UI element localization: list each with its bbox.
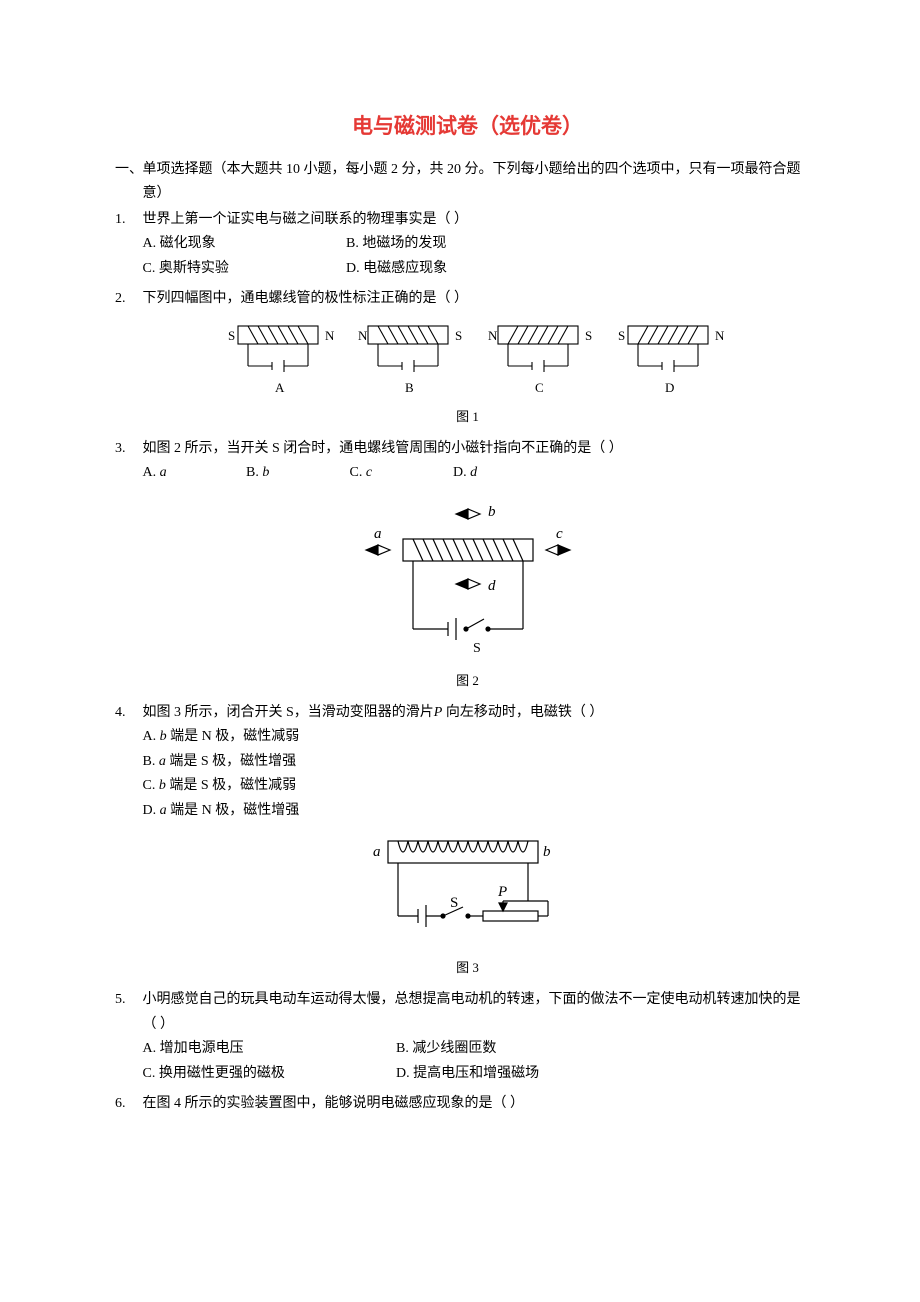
section-text: 单项选择题（本大题共 10 小题，每小题 2 分，共 20 分。下列每小题给出的… bbox=[143, 158, 803, 206]
q1-optB: B. 地磁场的发现 bbox=[346, 232, 546, 257]
q5-text: 小明感觉自己的玩具电动车运动得太慢，总想提高电动机的转速，下面的做法不一定使电动… bbox=[143, 992, 801, 1032]
question-6: 6. 在图 4 所示的实验装置图中，能够说明电磁感应现象的是（ ） bbox=[115, 1092, 820, 1117]
svg-text:N: N bbox=[325, 328, 335, 343]
question-4: 4. 如图 3 所示，闭合开关 S，当滑动变阻器的滑片P 向左移动时，电磁铁（ … bbox=[115, 701, 820, 824]
figure-2: a b c d S 图 2 bbox=[115, 494, 820, 689]
svg-text:d: d bbox=[488, 578, 496, 594]
svg-text:D: D bbox=[665, 380, 674, 395]
q3-optA-var: a bbox=[160, 461, 167, 486]
compass-solenoid-icon: a b c d S bbox=[348, 494, 588, 664]
q5-num: 5. bbox=[115, 988, 139, 1013]
svg-text:S: S bbox=[455, 328, 462, 343]
q3-optC-var: c bbox=[366, 461, 372, 486]
solenoid-diagram-icon: S N N S N S S N A B C D bbox=[208, 320, 728, 400]
svg-text:C: C bbox=[535, 380, 544, 395]
page-title: 电与磁测试卷（选优卷） bbox=[115, 110, 820, 140]
q6-body: 在图 4 所示的实验装置图中，能够说明电磁感应现象的是（ ） bbox=[143, 1092, 803, 1117]
svg-text:b: b bbox=[488, 504, 496, 520]
q4-num: 4. bbox=[115, 701, 139, 726]
q4-optB-pre: B. bbox=[143, 754, 156, 769]
q3-optA: A. bbox=[143, 461, 157, 486]
q3-text: 如图 2 所示，当开关 S 闭合时，通电螺线管周围的小磁针指向不正确的是（ ） bbox=[143, 441, 623, 456]
section-heading: 一、 单项选择题（本大题共 10 小题，每小题 2 分，共 20 分。下列每小题… bbox=[115, 158, 820, 206]
q2-text: 下列四幅图中，通电螺线管的极性标注正确的是（ ） bbox=[143, 291, 469, 306]
svg-text:B: B bbox=[405, 380, 414, 395]
q4-optB-post: 端是 S 极，磁性增强 bbox=[166, 754, 296, 769]
q2-body: 下列四幅图中，通电螺线管的极性标注正确的是（ ） bbox=[143, 287, 803, 312]
q1-text: 世界上第一个证实电与磁之间联系的物理事实是（ ） bbox=[143, 212, 469, 227]
question-1: 1. 世界上第一个证实电与磁之间联系的物理事实是（ ） A. 磁化现象 B. 地… bbox=[115, 208, 820, 282]
q3-optD: D. bbox=[453, 461, 467, 486]
svg-text:a: a bbox=[373, 844, 381, 860]
q6-num: 6. bbox=[115, 1092, 139, 1117]
q4-text-pre: 如图 3 所示，闭合开关 S，当滑动变阻器的滑片 bbox=[143, 705, 434, 720]
q4-body: 如图 3 所示，闭合开关 S，当滑动变阻器的滑片P 向左移动时，电磁铁（ ） A… bbox=[143, 701, 803, 824]
fig3-caption: 图 3 bbox=[115, 957, 820, 976]
q4-text-post: 向左移动时，电磁铁（ ） bbox=[442, 705, 603, 720]
q1-num: 1. bbox=[115, 208, 139, 233]
figure-1: S N N S N S S N A B C D 图 1 bbox=[115, 320, 820, 425]
q4-optA-pre: A. bbox=[143, 729, 157, 744]
q1-optD: D. 电磁感应现象 bbox=[346, 257, 546, 282]
q4-optA-v: b bbox=[160, 729, 167, 744]
svg-text:P: P bbox=[497, 884, 507, 900]
q3-optD-var: d bbox=[470, 461, 477, 486]
svg-text:b: b bbox=[543, 844, 551, 860]
question-5: 5. 小明感觉自己的玩具电动车运动得太慢，总想提高电动机的转速，下面的做法不一定… bbox=[115, 988, 820, 1086]
svg-text:S: S bbox=[618, 328, 625, 343]
q4-optC-pre: C. bbox=[143, 778, 156, 793]
q1-optC: C. 奥斯特实验 bbox=[143, 257, 343, 282]
q3-optB-var: b bbox=[262, 461, 269, 486]
svg-text:N: N bbox=[715, 328, 725, 343]
question-2: 2. 下列四幅图中，通电螺线管的极性标注正确的是（ ） bbox=[115, 287, 820, 312]
q1-body: 世界上第一个证实电与磁之间联系的物理事实是（ ） A. 磁化现象 B. 地磁场的… bbox=[143, 208, 803, 282]
page: 电与磁测试卷（选优卷） 一、 单项选择题（本大题共 10 小题，每小题 2 分，… bbox=[0, 0, 920, 1203]
question-3: 3. 如图 2 所示，当开关 S 闭合时，通电螺线管周围的小磁针指向不正确的是（… bbox=[115, 437, 820, 486]
q5-optA: A. 增加电源电压 bbox=[143, 1037, 393, 1062]
q4-optC-v: b bbox=[159, 778, 166, 793]
q1-optA: A. 磁化现象 bbox=[143, 232, 343, 257]
q5-optC: C. 换用磁性更强的磁极 bbox=[143, 1062, 393, 1087]
fig2-caption: 图 2 bbox=[115, 670, 820, 689]
svg-text:A: A bbox=[275, 380, 285, 395]
q3-optB: B. bbox=[246, 461, 259, 486]
q5-body: 小明感觉自己的玩具电动车运动得太慢，总想提高电动机的转速，下面的做法不一定使电动… bbox=[143, 988, 803, 1086]
section-num: 一、 bbox=[115, 158, 139, 182]
q3-num: 3. bbox=[115, 437, 139, 462]
svg-text:S: S bbox=[585, 328, 592, 343]
q6-text: 在图 4 所示的实验装置图中，能够说明电磁感应现象的是（ ） bbox=[143, 1096, 525, 1111]
svg-text:N: N bbox=[488, 328, 498, 343]
q4-optB-v: a bbox=[159, 754, 166, 769]
fig1-caption: 图 1 bbox=[115, 406, 820, 425]
svg-text:c: c bbox=[556, 526, 563, 542]
figure-3: a b S P 图 3 bbox=[115, 831, 820, 976]
q5-optB: B. 减少线圈匝数 bbox=[396, 1037, 646, 1062]
q4-optC-post: 端是 S 极，磁性减弱 bbox=[166, 778, 296, 793]
svg-text:S: S bbox=[473, 641, 481, 656]
q4-optD-v: a bbox=[160, 803, 167, 818]
svg-text:S: S bbox=[450, 895, 458, 911]
q2-num: 2. bbox=[115, 287, 139, 312]
svg-text:S: S bbox=[228, 328, 235, 343]
svg-text:a: a bbox=[374, 526, 382, 542]
q3-optC: C. bbox=[350, 461, 363, 486]
q4-optD-pre: D. bbox=[143, 803, 157, 818]
electromagnet-rheostat-icon: a b S P bbox=[343, 831, 593, 951]
q5-optD: D. 提高电压和增强磁场 bbox=[396, 1062, 646, 1087]
q4-optD-post: 端是 N 极，磁性增强 bbox=[167, 803, 300, 818]
q3-body: 如图 2 所示，当开关 S 闭合时，通电螺线管周围的小磁针指向不正确的是（ ） … bbox=[143, 437, 803, 486]
q4-optA-post: 端是 N 极，磁性减弱 bbox=[167, 729, 300, 744]
svg-text:N: N bbox=[358, 328, 368, 343]
